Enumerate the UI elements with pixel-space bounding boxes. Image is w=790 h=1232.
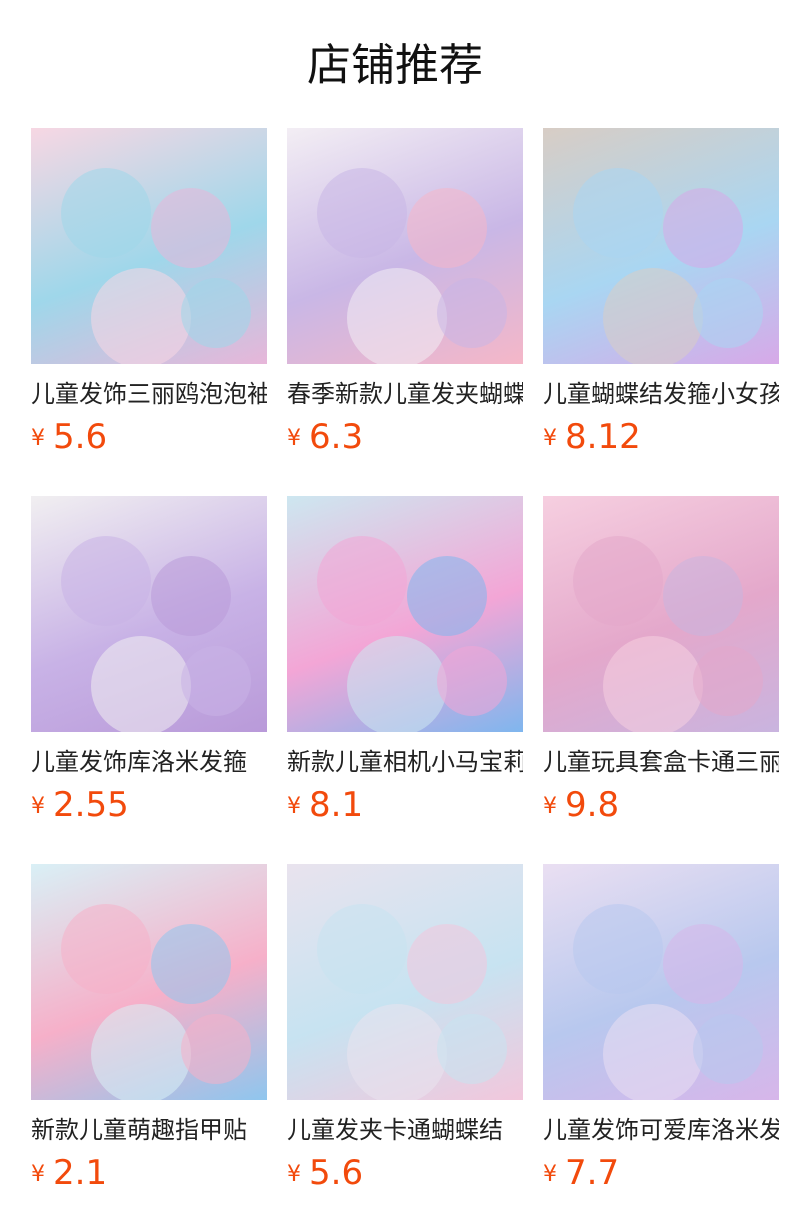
image-detail [437, 1014, 507, 1084]
image-detail [91, 268, 191, 364]
product-card[interactable]: 儿童发饰三丽鸥泡泡袖 ¥5.6 [31, 128, 267, 456]
image-detail [317, 168, 407, 258]
currency-symbol: ¥ [543, 1162, 557, 1187]
product-price: ¥7.7 [543, 1154, 779, 1192]
image-detail [151, 188, 231, 268]
currency-symbol: ¥ [287, 794, 301, 819]
image-detail [91, 636, 191, 732]
image-detail [407, 924, 487, 1004]
product-image[interactable] [543, 128, 779, 364]
image-detail [347, 268, 447, 364]
currency-symbol: ¥ [287, 1162, 301, 1187]
image-detail [61, 536, 151, 626]
product-name[interactable]: 儿童蝴蝶结发箍小女孩 [543, 378, 779, 410]
product-price: ¥2.55 [31, 786, 267, 824]
product-image[interactable] [31, 864, 267, 1100]
image-detail [603, 636, 703, 732]
price-value: 2.55 [53, 785, 129, 825]
image-detail [693, 646, 763, 716]
currency-symbol: ¥ [31, 426, 45, 451]
price-value: 5.6 [309, 1153, 364, 1193]
currency-symbol: ¥ [287, 426, 301, 451]
price-value: 5.6 [53, 417, 108, 457]
product-price: ¥2.1 [31, 1154, 267, 1192]
currency-symbol: ¥ [543, 794, 557, 819]
product-image[interactable] [287, 128, 523, 364]
product-card[interactable]: 儿童发夹卡通蝴蝶结 ¥5.6 [287, 864, 523, 1192]
image-detail [347, 636, 447, 732]
product-name[interactable]: 新款儿童相机小马宝莉 [287, 746, 523, 778]
price-value: 8.12 [565, 417, 641, 457]
product-image[interactable] [287, 864, 523, 1100]
product-image[interactable] [31, 128, 267, 364]
price-value: 9.8 [565, 785, 620, 825]
product-image[interactable] [287, 496, 523, 732]
product-price: ¥8.12 [543, 418, 779, 456]
price-value: 8.1 [309, 785, 364, 825]
product-image[interactable] [543, 864, 779, 1100]
image-detail [603, 1004, 703, 1100]
product-name[interactable]: 儿童发饰可爱库洛米发夹 [543, 1114, 779, 1146]
product-card[interactable]: 春季新款儿童发夹蝴蝶 ¥6.3 [287, 128, 523, 456]
image-detail [407, 188, 487, 268]
image-detail [437, 278, 507, 348]
image-detail [181, 278, 251, 348]
image-detail [151, 556, 231, 636]
page-title: 店铺推荐 [307, 40, 483, 91]
image-detail [573, 536, 663, 626]
product-price: ¥9.8 [543, 786, 779, 824]
product-card[interactable]: 儿童发饰库洛米发箍 ¥2.55 [31, 496, 267, 824]
product-name[interactable]: 春季新款儿童发夹蝴蝶 [287, 378, 523, 410]
image-detail [407, 556, 487, 636]
price-value: 6.3 [309, 417, 364, 457]
image-detail [317, 536, 407, 626]
product-grid: 儿童发饰三丽鸥泡泡袖 ¥5.6 春季新款儿童发夹蝴蝶 ¥6.3 儿童蝴蝶结发箍小… [31, 128, 790, 1228]
product-card[interactable]: 新款儿童萌趣指甲贴 ¥2.1 [31, 864, 267, 1192]
product-image[interactable] [31, 496, 267, 732]
price-value: 7.7 [565, 1153, 620, 1193]
image-detail [573, 168, 663, 258]
product-card[interactable]: 新款儿童相机小马宝莉 ¥8.1 [287, 496, 523, 824]
price-value: 2.1 [53, 1153, 108, 1193]
image-detail [663, 188, 743, 268]
currency-symbol: ¥ [543, 426, 557, 451]
image-detail [181, 646, 251, 716]
currency-symbol: ¥ [31, 794, 45, 819]
image-detail [347, 1004, 447, 1100]
image-detail [603, 268, 703, 364]
image-detail [573, 904, 663, 994]
image-detail [61, 168, 151, 258]
product-card[interactable]: 儿童玩具套盒卡通三丽鸥 ¥9.8 [543, 496, 779, 824]
product-name[interactable]: 儿童发夹卡通蝴蝶结 [287, 1114, 523, 1146]
product-name[interactable]: 儿童发饰库洛米发箍 [31, 746, 267, 778]
product-card[interactable]: 儿童发饰可爱库洛米发夹 ¥7.7 [543, 864, 779, 1192]
image-detail [151, 924, 231, 1004]
product-name[interactable]: 儿童发饰三丽鸥泡泡袖 [31, 378, 267, 410]
product-name[interactable]: 儿童玩具套盒卡通三丽鸥 [543, 746, 779, 778]
image-detail [61, 904, 151, 994]
image-detail [437, 646, 507, 716]
product-card[interactable]: 儿童蝴蝶结发箍小女孩 ¥8.12 [543, 128, 779, 456]
product-name[interactable]: 新款儿童萌趣指甲贴 [31, 1114, 267, 1146]
product-image[interactable] [543, 496, 779, 732]
image-detail [693, 1014, 763, 1084]
product-price: ¥5.6 [31, 418, 267, 456]
currency-symbol: ¥ [31, 1162, 45, 1187]
product-price: ¥8.1 [287, 786, 523, 824]
image-detail [693, 278, 763, 348]
image-detail [663, 924, 743, 1004]
image-detail [91, 1004, 191, 1100]
image-detail [181, 1014, 251, 1084]
image-detail [663, 556, 743, 636]
product-price: ¥5.6 [287, 1154, 523, 1192]
image-detail [317, 904, 407, 994]
product-price: ¥6.3 [287, 418, 523, 456]
